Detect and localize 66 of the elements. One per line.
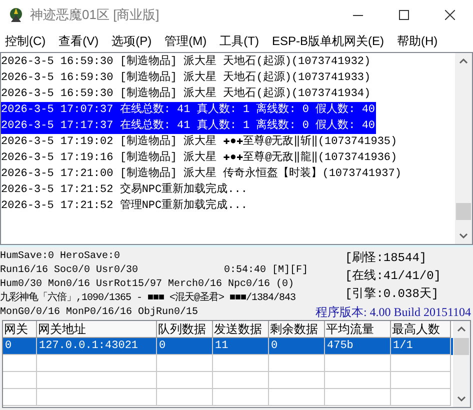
table-cell: 475b [325,338,391,355]
column-header[interactable]: 队列数据 [157,321,213,338]
version-text: 程序版本: 4.00 Build 20151104 [315,305,471,319]
status-text: MonG0/0/16 MonP0/16/16 ObjRun0/15 [0,306,198,320]
counter-text: [引擎:0.038天] [345,286,439,303]
empty-table-cell [157,389,213,406]
empty-table-cell [325,355,391,372]
menu-item[interactable]: 管理(M) [162,32,209,50]
empty-table-cell [391,355,451,372]
empty-table-cell [157,372,213,389]
status-text: 九彩神龟「六倍」,1090/1365 - ■■■ <混天@圣君> ■■■/1384/843 [0,292,296,306]
empty-table-cell [269,372,325,389]
empty-table-cell [391,372,451,389]
column-header[interactable]: 剩余数据 [269,321,325,338]
column-header[interactable]: 网关 [3,321,37,338]
app-icon [8,6,24,24]
empty-table-cell [3,372,37,389]
table-cell: 127.0.0.1:43021 [37,338,157,355]
empty-table-cell [3,355,37,372]
table-cell: 0 [157,338,213,355]
log-line[interactable]: 2026-3-5 16:59:30 [制造物品] 派大星 天地石(起源)(1073741933) [1,70,372,86]
menu-item[interactable]: 工具(T) [218,32,261,50]
menu-item[interactable]: ESP-B版单机网关(E) [270,32,386,50]
table-cell: 11 [213,338,269,355]
scroll-thumb[interactable] [454,338,469,355]
empty-table-cell [213,389,269,406]
window-title: 神迹恶魔01区 [商业版] [30,6,160,24]
status-text: Hum0/30 Mon0/16 UsrRot15/97 Merch0/16 Npc0/16 (0) [0,278,294,292]
log-line[interactable]: 2026-3-5 16:59:30 [制造物品] 派大星 天地石(起源)(1073741932) [1,54,372,70]
log-line[interactable]: 2026-3-5 17:21:00 [制造物品] 派大星 传奇永恒盔【时装】(1073741937) [1,166,402,182]
column-header[interactable]: 网关地址 [37,321,157,338]
menu-item[interactable]: 帮助(H) [395,32,440,50]
column-header[interactable]: 最高人数 [391,321,451,338]
status-text: HumSave:0 HeroSave:0 [0,250,120,264]
column-header[interactable]: 平均流量 [325,321,391,338]
status-text: Run16/16 Soc0/0 Usr0/30 [0,264,140,278]
scrollbar[interactable] [455,53,472,244]
close-icon [445,10,455,20]
maximize-icon [399,10,409,20]
table-cell: 0 [3,338,37,355]
menu-item[interactable]: 查看(V) [56,32,101,50]
empty-table-cell [269,389,325,406]
log-line[interactable]: 2026-3-5 17:21:52 交易NPC重新加载完成... [1,182,248,198]
log-line[interactable]: 2026-3-5 16:59:30 [制造物品] 派大星 天地石(起源)(1073741934) [1,86,372,102]
empty-table-cell [391,389,451,406]
empty-table-cell [213,372,269,389]
log-line[interactable]: 2026-3-5 17:19:02 [制造物品] 派大星 ✚●✚至尊@无敌‖斩‖(1073741935) [1,134,398,150]
scrollbar[interactable] [453,321,470,407]
column-header[interactable]: 发送数据 [213,321,269,338]
empty-table-cell [325,372,391,389]
empty-table-cell [269,355,325,372]
table-cell: 1/1 [391,338,451,355]
empty-table-cell [3,389,37,406]
empty-table-cell [325,389,391,406]
table-row[interactable]: 0 127.0.0.1:43021 0 11 0 475b 1/1 [3,338,453,355]
counter-text: [刷怪:18544] [345,250,427,267]
empty-table-cell [157,355,213,372]
scroll-thumb[interactable] [456,203,471,220]
table-cell: 0 [269,338,325,355]
uptime-text: 0:54:40 [M][F] [224,264,308,278]
menu-item[interactable]: 选项(P) [110,32,154,50]
counter-text: [在线:41/41/0] [345,268,442,285]
menu-item[interactable]: 控制(C) [3,32,48,50]
log-line[interactable]: 2026-3-5 17:19:16 [制造物品] 派大星 ✚●✚至尊@无敌‖龍‖(1073741936) [1,150,398,166]
empty-table-cell [213,355,269,372]
log-line[interactable]: 2026-3-5 17:21:52 管理NPC重新加载完成... [1,198,248,214]
